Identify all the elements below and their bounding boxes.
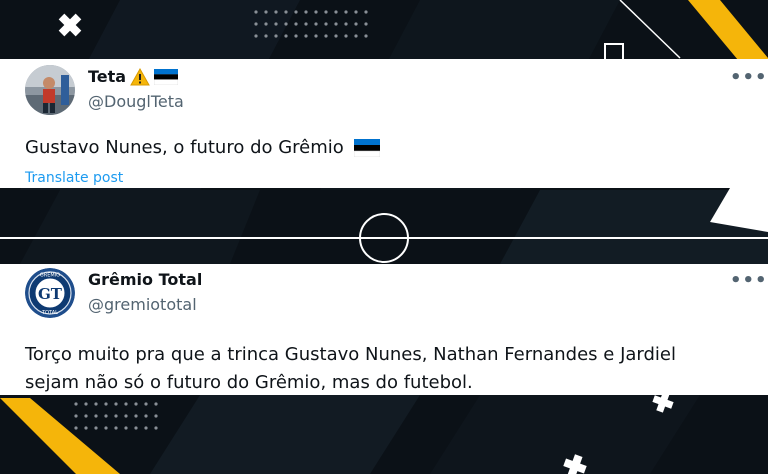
avatar-monogram: GT	[38, 285, 63, 303]
display-name-text: Teta	[88, 67, 127, 86]
user-handle[interactable]: @DouglTeta	[88, 92, 184, 111]
estonia-flag-icon	[154, 68, 179, 85]
warning-icon	[130, 67, 150, 85]
user-handle[interactable]: @gremiototal	[88, 295, 197, 314]
translate-post-link[interactable]: Translate post	[25, 170, 123, 186]
avatar-ring-text-bottom: TOTAL	[41, 310, 58, 316]
display-name-text: Grêmio Total	[88, 270, 203, 289]
more-options-button[interactable]: •••	[730, 69, 768, 87]
tweet-card-gremio-total[interactable]: GRÊMIO TOTAL GT Grêmio Total @gremiotota…	[0, 264, 768, 395]
tweet-text: Torço muito pra que a trinca Gustavo Nun…	[25, 341, 755, 397]
display-name[interactable]: Grêmio Total	[88, 270, 202, 289]
tweet-card-teta[interactable]: Teta @DouglTeta ••• Gustavo Nunes, o fut…	[0, 59, 768, 188]
tweet-text-content: Gustavo Nunes, o futuro do Grêmio	[25, 137, 344, 158]
more-options-button[interactable]: •••	[730, 272, 768, 290]
estonia-flag-icon	[353, 139, 380, 157]
tweet-text: Gustavo Nunes, o futuro do Grêmio	[25, 134, 380, 162]
tweet-text-line: sejam não só o futuro do Grêmio, mas do …	[25, 372, 473, 393]
avatar-ring-text-top: GRÊMIO	[40, 271, 60, 279]
avatar[interactable]: GRÊMIO TOTAL GT	[25, 268, 75, 318]
tweet-text-line: Torço muito pra que a trinca Gustavo Nun…	[25, 344, 676, 365]
avatar[interactable]	[25, 65, 75, 115]
display-name[interactable]: Teta	[88, 67, 179, 86]
